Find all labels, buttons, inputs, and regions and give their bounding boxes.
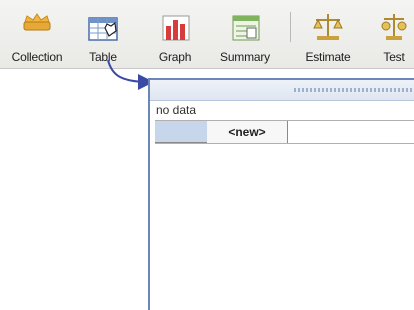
table-window-titlebar[interactable] — [150, 80, 414, 101]
table-window: no data <new> — [148, 78, 414, 310]
table-corner-cell[interactable] — [155, 121, 208, 143]
row-divider — [155, 142, 207, 143]
new-column-header[interactable]: <new> — [207, 121, 288, 143]
table-header-row: <new> — [155, 120, 414, 144]
no-data-label: no data — [156, 103, 197, 117]
titlebar-grip — [294, 88, 414, 92]
